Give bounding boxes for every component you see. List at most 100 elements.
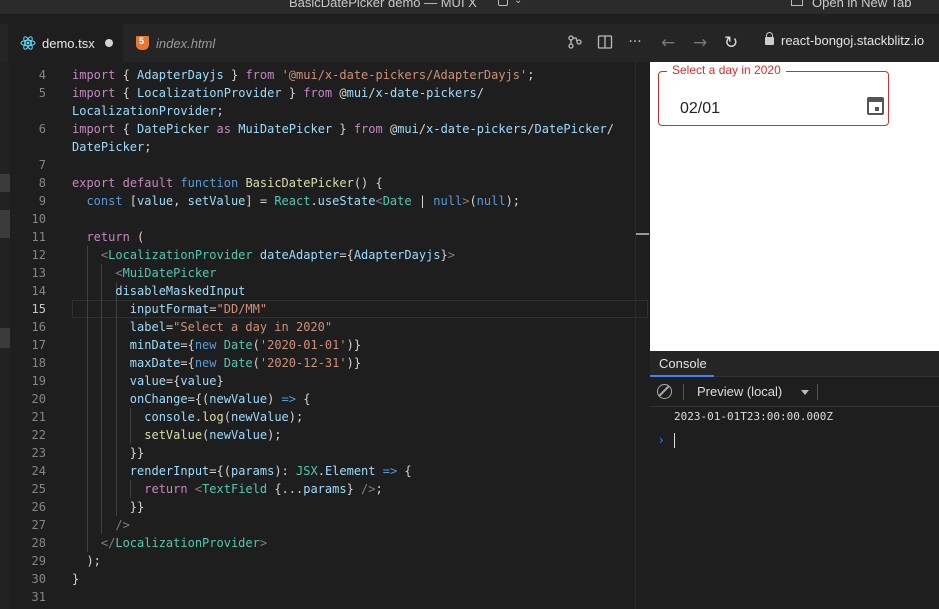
code-line: 10 bbox=[10, 210, 46, 228]
code-line: 24 renderInput={(params): JSX.Element =>… bbox=[10, 462, 412, 480]
scroll-marker[interactable] bbox=[636, 233, 649, 235]
code-text: DatePicker; bbox=[72, 140, 152, 154]
code-text: import { AdapterDayjs } from '@mui/x-dat… bbox=[72, 68, 535, 82]
line-number: 8 bbox=[38, 176, 46, 190]
code-text: <MuiDatePicker bbox=[115, 266, 217, 280]
code-text: setValue(newValue); bbox=[144, 428, 282, 442]
editor-tab-bar: demo.tsx index.html bbox=[0, 24, 650, 62]
line-number: 23 bbox=[31, 446, 46, 460]
console-log-entry: 2023-01-01T23:00:00.000Z bbox=[674, 410, 833, 423]
tab-index-html[interactable]: index.html bbox=[126, 24, 250, 62]
unsaved-dot-icon[interactable] bbox=[104, 39, 113, 47]
code-lines: 4 import { AdapterDayjs } from '@mui/x-da… bbox=[10, 66, 614, 606]
line-number: 15 bbox=[31, 302, 46, 316]
code-text: return ( bbox=[86, 230, 145, 244]
code-text: renderInput={(params): JSX.Element => { bbox=[129, 464, 412, 478]
code-line: DatePicker; bbox=[10, 138, 151, 156]
split-editor-icon[interactable] bbox=[597, 34, 613, 50]
code-line: 16 label="Select a day in 2020" bbox=[10, 318, 333, 336]
code-text: inputFormat="DD/MM" bbox=[129, 302, 268, 316]
code-text: <LocalizationProvider dateAdapter={Adapt… bbox=[100, 248, 455, 262]
code-line: 27 /> bbox=[10, 516, 130, 534]
code-line: 20 onChange={(newValue) => { bbox=[10, 390, 311, 408]
code-line: 17 minDate={new Date('2020-01-01')} bbox=[10, 336, 362, 354]
code-line: 22 setValue(newValue); bbox=[10, 426, 282, 444]
console-header: Console bbox=[650, 351, 939, 377]
tab-demo-tsx[interactable]: demo.tsx bbox=[8, 24, 123, 62]
code-text: onChange={(newValue) => { bbox=[129, 392, 311, 406]
line-number: 27 bbox=[31, 518, 46, 532]
editor-actions: ··· bbox=[567, 34, 643, 50]
split-diff-icon[interactable] bbox=[567, 34, 583, 50]
code-text: maxDate={new Date('2020-12-31')} bbox=[129, 356, 362, 370]
tab-label: demo.tsx bbox=[42, 35, 95, 51]
url-field[interactable]: react-bongoj.stackblitz.io bbox=[781, 33, 924, 48]
line-number: 5 bbox=[38, 86, 46, 100]
preview-pane: 02/01 Select a day in 2020 bbox=[650, 62, 939, 351]
code-line: 6 import { DatePicker as MuiDatePicker } … bbox=[10, 120, 614, 138]
line-number: 4 bbox=[38, 68, 46, 82]
code-line: 21 console.log(newValue); bbox=[10, 408, 304, 426]
line-number: 24 bbox=[31, 464, 46, 478]
code-line: 13 <MuiDatePicker bbox=[10, 264, 217, 282]
tab-console[interactable]: Console bbox=[659, 356, 707, 371]
code-text: }} bbox=[72, 446, 145, 460]
code-line: 12 <LocalizationProvider dateAdapter={Ad… bbox=[10, 246, 455, 264]
code-text: value={value} bbox=[129, 374, 224, 388]
code-line: LocalizationProvider; bbox=[10, 102, 224, 120]
code-text: import { DatePicker as MuiDatePicker } f… bbox=[72, 122, 615, 136]
line-number: 9 bbox=[38, 194, 46, 208]
code-line: 18 maxDate={new Date('2020-12-31')} bbox=[10, 354, 362, 372]
context-select[interactable]: Preview (local) bbox=[697, 384, 782, 399]
console-input[interactable] bbox=[674, 433, 675, 448]
code-line: 14 disableMaskedInput bbox=[10, 282, 246, 300]
open-new-tab-button[interactable]: Open in New Tab bbox=[790, 0, 912, 10]
code-text: LocalizationProvider; bbox=[72, 104, 224, 118]
line-number: 14 bbox=[31, 284, 46, 298]
code-line: 9 const [value, setValue] = React.useSta… bbox=[10, 192, 520, 210]
code-line: 4 import { AdapterDayjs } from '@mui/x-da… bbox=[10, 66, 535, 84]
window-title: BasicDatePicker demo — MUI X bbox=[289, 0, 477, 10]
gutter-marker bbox=[0, 174, 10, 192]
box-icon[interactable] bbox=[498, 0, 508, 6]
code-text: console.log(newValue); bbox=[144, 410, 304, 424]
line-number: 20 bbox=[31, 392, 46, 406]
code-editor[interactable]: 4 import { AdapterDayjs } from '@mui/x-da… bbox=[0, 62, 650, 609]
lock-icon bbox=[765, 32, 774, 45]
code-text: import { LocalizationProvider } from @mu… bbox=[72, 86, 484, 100]
code-text: export default function BasicDatePicker(… bbox=[72, 176, 383, 190]
react-icon bbox=[20, 36, 36, 50]
code-text: </LocalizationProvider> bbox=[100, 536, 268, 550]
line-number: 31 bbox=[31, 590, 46, 604]
line-number: 29 bbox=[31, 554, 46, 568]
line-number: 19 bbox=[31, 374, 46, 388]
console-panel: Console Preview (local) 2023-01-01T23:00… bbox=[650, 351, 939, 609]
arrow-left-icon[interactable]: ← bbox=[661, 33, 675, 53]
divider bbox=[683, 384, 684, 400]
gutter-marker bbox=[0, 210, 10, 238]
more-actions-icon[interactable]: ··· bbox=[627, 34, 643, 50]
chevron-down-icon[interactable] bbox=[801, 390, 809, 395]
chevron-down-icon[interactable]: ⌄ bbox=[514, 0, 522, 6]
code-line: 11 return ( bbox=[10, 228, 145, 246]
code-line: 25 return <TextField {...params} />; bbox=[10, 480, 383, 498]
date-picker-label: Select a day in 2020 bbox=[667, 63, 786, 77]
console-prompt-icon: › bbox=[659, 433, 664, 447]
code-text: } bbox=[72, 572, 80, 586]
date-input-value[interactable]: 02/01 bbox=[680, 100, 720, 118]
date-picker-field[interactable]: 02/01 bbox=[658, 71, 889, 126]
code-text: minDate={new Date('2020-01-01')} bbox=[129, 338, 362, 352]
code-line: 8 export default function BasicDatePicker… bbox=[10, 174, 383, 192]
code-line: 7 bbox=[10, 156, 46, 174]
calendar-icon[interactable] bbox=[867, 97, 884, 115]
clear-console-icon[interactable] bbox=[657, 384, 672, 399]
code-text: label="Select a day in 2020" bbox=[129, 320, 333, 334]
divider bbox=[817, 384, 818, 400]
arrow-right-icon[interactable]: → bbox=[693, 33, 707, 53]
reload-icon[interactable]: ↻ bbox=[724, 33, 738, 53]
line-number: 17 bbox=[31, 338, 46, 352]
line-number: 28 bbox=[31, 536, 46, 550]
line-number: 16 bbox=[31, 320, 46, 334]
code-text: }} bbox=[72, 500, 145, 514]
line-number: 7 bbox=[38, 158, 46, 172]
